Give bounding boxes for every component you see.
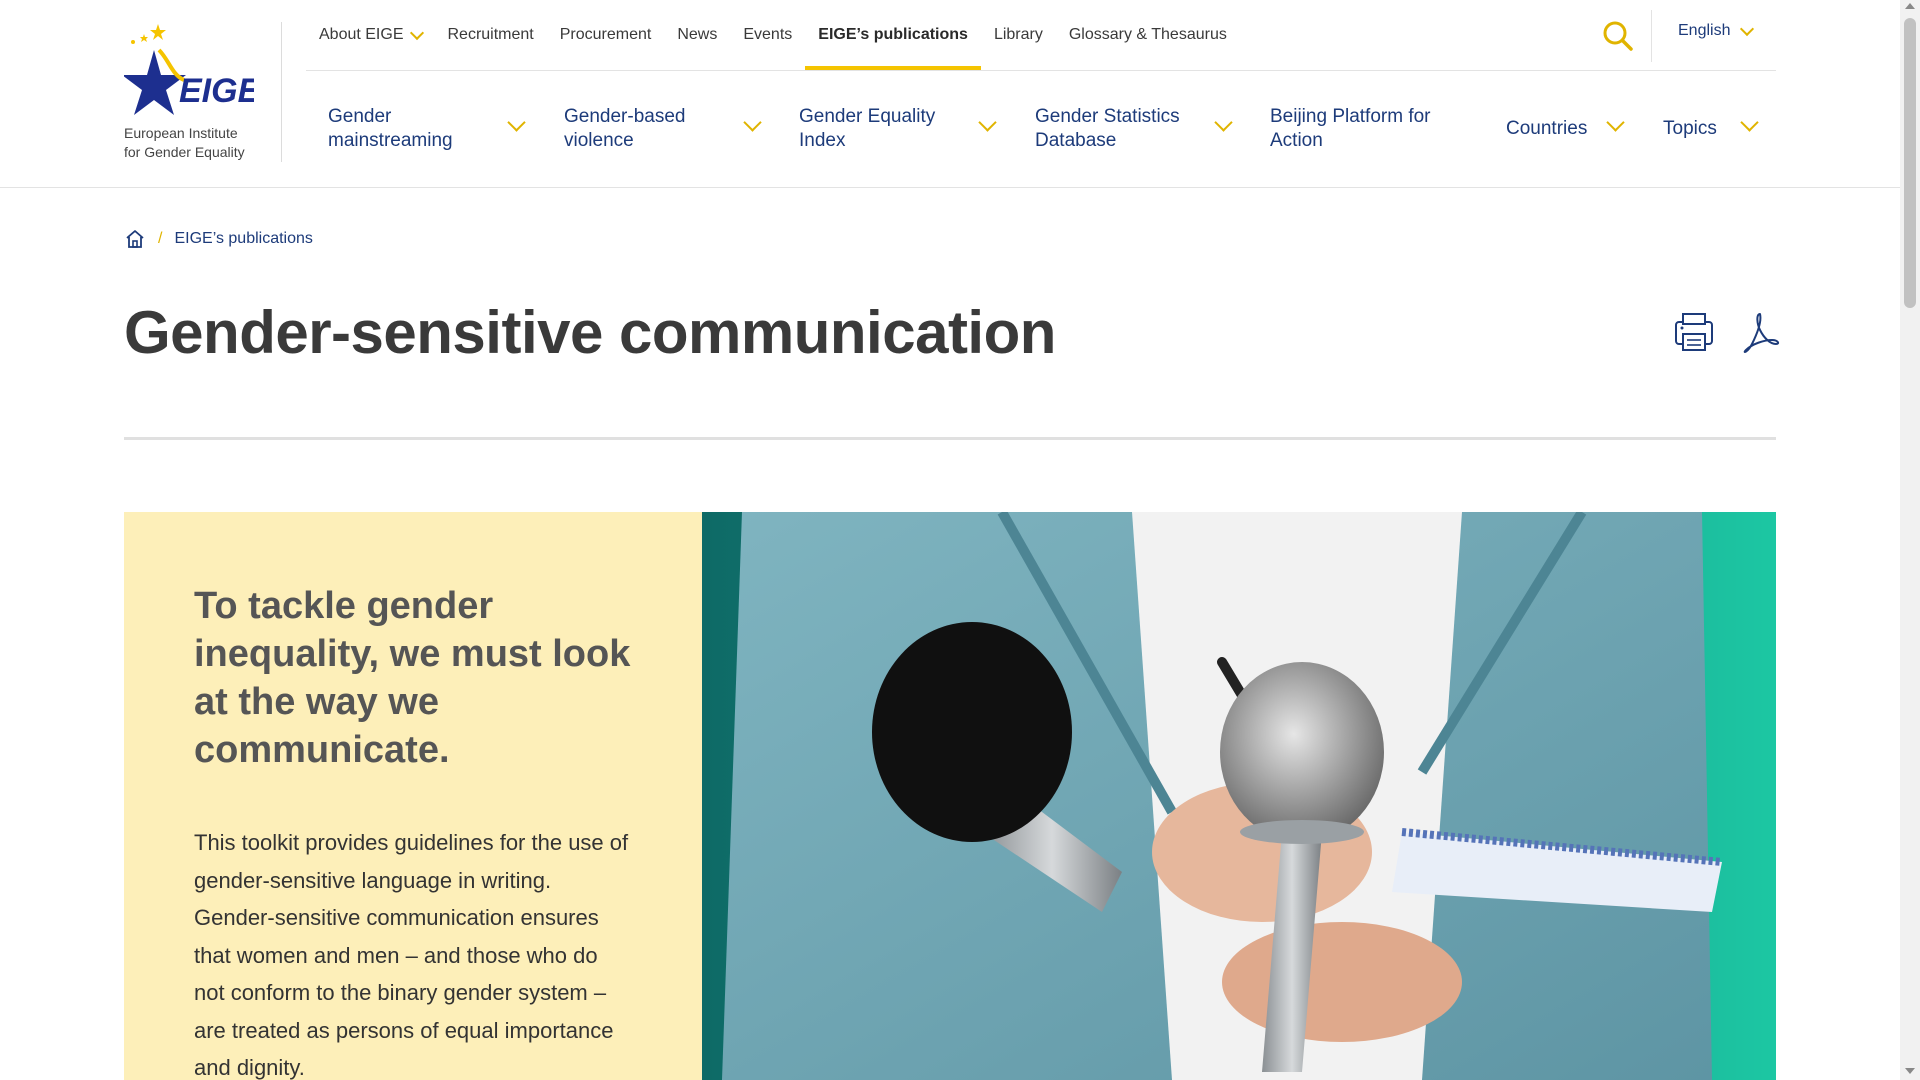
chevron-down-icon[interactable] [978, 113, 997, 132]
mainnav-gender-equality-index[interactable]: Gender Equality Index [799, 105, 935, 153]
page-title: Gender-sensitive communication [124, 299, 1056, 366]
logo-line-2: for Gender Equality [124, 144, 245, 160]
logo-line-1: European Institute [124, 125, 238, 141]
topnav-events[interactable]: Events [730, 0, 805, 70]
mainnav-gender-mainstreaming[interactable]: Gender mainstreaming [328, 105, 453, 153]
topnav-procurement[interactable]: Procurement [547, 0, 665, 70]
print-icon [1675, 313, 1713, 351]
mainnav-label-line1: Gender [328, 106, 392, 127]
pdf-icon [1743, 313, 1780, 353]
topnav-library[interactable]: Library [981, 0, 1056, 70]
header-divider [281, 22, 282, 162]
hero-lead: To tackle gender inequality, we must loo… [194, 585, 631, 771]
topnav-label: Events [743, 26, 793, 43]
topnav-news[interactable]: News [664, 0, 730, 70]
topnav-label: EIGE’s publications [818, 26, 968, 43]
hero-banner: To tackle gender inequality, we must loo… [124, 512, 1776, 1080]
main-navigation: Gender mainstreaming Gender-based violen… [306, 71, 1776, 187]
topnav-about-eige[interactable]: About EIGE [306, 0, 435, 70]
mainnav-label-line2: violence [564, 130, 634, 151]
logo-text: European Institute for Gender Equality [124, 124, 245, 162]
pdf-download-button[interactable] [1740, 310, 1780, 354]
mainnav-label: Topics [1663, 118, 1717, 139]
search-button[interactable] [1600, 18, 1636, 54]
chevron-down-icon [409, 25, 424, 40]
mainnav-label-line2: Action [1270, 130, 1323, 151]
mainnav-label-line1: Gender Statistics [1035, 106, 1180, 127]
mainnav-label-line2: mainstreaming [328, 130, 453, 151]
topnav-label: News [677, 26, 718, 43]
topnav-recruitment[interactable]: Recruitment [435, 0, 547, 70]
mainnav-label-line2: Index [799, 130, 846, 151]
topnav-label: Library [993, 26, 1043, 43]
mainnav-label-line1: Gender-based [564, 106, 686, 127]
topnav-glossary-thesaurus[interactable]: Glossary & Thesaurus [1056, 0, 1240, 70]
hero-image-microphones [702, 512, 1776, 1080]
hero-text-panel: To tackle gender inequality, we must loo… [124, 512, 702, 1080]
mainnav-gender-based-violence[interactable]: Gender-based violence [564, 105, 685, 153]
mainnav-label-line1: Gender Equality [799, 106, 936, 127]
topnav-eige-publications[interactable]: EIGE’s publications [805, 0, 981, 70]
language-divider [1651, 10, 1652, 62]
mainnav-beijing-platform[interactable]: Beijing Platform for Action [1270, 105, 1431, 153]
scroll-down-arrow[interactable] [1905, 1068, 1915, 1074]
search-icon [1603, 21, 1633, 51]
scroll-up-arrow[interactable] [1905, 3, 1915, 9]
chevron-down-icon [1740, 21, 1755, 36]
home-icon[interactable] [124, 228, 146, 250]
topnav-label: Glossary & Thesaurus [1068, 26, 1227, 43]
site-header: EIGE European Institute for Gender Equal… [0, 0, 1900, 188]
topnav-label: Recruitment [447, 26, 534, 43]
breadcrumb-separator: / [158, 230, 163, 247]
eige-logo-mark: EIGE [124, 24, 254, 115]
chevron-down-icon[interactable] [743, 113, 762, 132]
breadcrumb: / EIGE’s publications [124, 228, 313, 250]
topnav-label: About EIGE [319, 26, 404, 43]
breadcrumb-current[interactable]: EIGE’s publications [174, 230, 312, 248]
mainnav-label-line1: Beijing Platform for [1270, 106, 1431, 127]
chevron-down-icon[interactable] [1606, 113, 1625, 132]
title-divider [124, 437, 1776, 440]
top-navigation: About EIGE Recruitment Procurement News … [306, 0, 1240, 70]
scroll-thumb[interactable] [1904, 18, 1916, 308]
mainnav-label-line2: Database [1035, 130, 1117, 151]
eige-logo[interactable]: EIGE European Institute for Gender Equal… [124, 20, 264, 170]
mainnav-countries[interactable]: Countries [1506, 117, 1587, 141]
topnav-label: Procurement [559, 26, 652, 43]
language-selector[interactable]: English [1678, 21, 1755, 40]
mainnav-topics[interactable]: Topics [1663, 117, 1717, 141]
chevron-down-icon[interactable] [1214, 113, 1233, 132]
page-scrollbar[interactable] [1900, 0, 1920, 1080]
chevron-down-icon[interactable] [1740, 113, 1759, 132]
hero-body: This toolkit provides guidelines for the… [194, 830, 629, 1080]
chevron-down-icon[interactable] [507, 113, 526, 132]
logo-wordmark: EIGE [179, 72, 254, 110]
mainnav-label: Countries [1506, 118, 1588, 139]
language-label: English [1678, 22, 1731, 39]
mainnav-gender-statistics-database[interactable]: Gender Statistics Database [1035, 105, 1180, 153]
print-button[interactable] [1672, 310, 1716, 354]
